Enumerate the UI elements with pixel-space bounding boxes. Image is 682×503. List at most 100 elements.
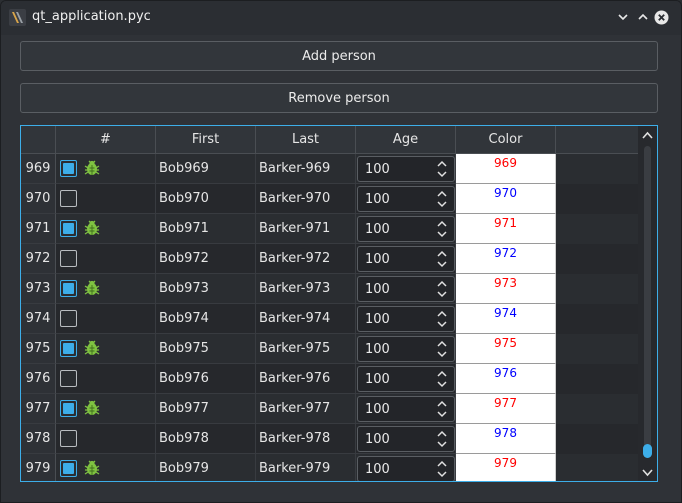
spin-arrows-icon[interactable] xyxy=(436,279,448,299)
check-cell[interactable] xyxy=(56,424,156,454)
spin-arrows-icon[interactable] xyxy=(436,459,448,479)
age-cell[interactable]: 100 xyxy=(356,154,456,184)
age-spinbox[interactable]: 100 xyxy=(357,456,455,481)
table-row[interactable]: 971 Bob971 Barker-971 100 971 xyxy=(21,214,638,244)
age-spinbox[interactable]: 100 xyxy=(357,276,455,302)
table-row[interactable]: 974 Bob974 Barker-974 100 974 xyxy=(21,304,638,334)
remove-person-button[interactable]: Remove person xyxy=(20,83,658,113)
scroll-down-icon[interactable] xyxy=(641,466,654,478)
row-number[interactable]: 969 xyxy=(21,154,56,184)
color-cell[interactable]: 977 xyxy=(456,394,556,424)
spin-arrows-icon[interactable] xyxy=(436,219,448,239)
age-cell[interactable]: 100 xyxy=(356,214,456,244)
color-cell[interactable]: 972 xyxy=(456,244,556,274)
age-spinbox[interactable]: 100 xyxy=(357,336,455,362)
first-name-cell[interactable]: Bob978 xyxy=(156,424,256,454)
header-last[interactable]: Last xyxy=(256,126,356,154)
check-cell[interactable] xyxy=(56,214,156,244)
first-name-cell[interactable]: Bob974 xyxy=(156,304,256,334)
row-number[interactable]: 977 xyxy=(21,394,56,424)
first-name-cell[interactable]: Bob979 xyxy=(156,454,256,481)
scroll-up-icon[interactable] xyxy=(641,130,654,142)
row-number[interactable]: 972 xyxy=(21,244,56,274)
check-cell[interactable] xyxy=(56,364,156,394)
first-name-cell[interactable]: Bob977 xyxy=(156,394,256,424)
age-cell[interactable]: 100 xyxy=(356,274,456,304)
color-cell[interactable]: 978 xyxy=(456,424,556,454)
row-checkbox[interactable] xyxy=(60,160,77,177)
color-cell[interactable]: 976 xyxy=(456,364,556,394)
row-checkbox[interactable] xyxy=(60,280,77,297)
table-row[interactable]: 977 Bob977 Barker-977 100 977 xyxy=(21,394,638,424)
corner-header[interactable] xyxy=(21,126,56,154)
row-checkbox[interactable] xyxy=(60,190,77,207)
table-row[interactable]: 973 Bob973 Barker-973 100 973 xyxy=(21,274,638,304)
last-name-cell[interactable]: Barker-974 xyxy=(256,304,356,334)
row-checkbox[interactable] xyxy=(60,220,77,237)
first-name-cell[interactable]: Bob975 xyxy=(156,334,256,364)
last-name-cell[interactable]: Barker-972 xyxy=(256,244,356,274)
color-cell[interactable]: 974 xyxy=(456,304,556,334)
first-name-cell[interactable]: Bob971 xyxy=(156,214,256,244)
row-number[interactable]: 974 xyxy=(21,304,56,334)
color-cell[interactable]: 971 xyxy=(456,214,556,244)
check-cell[interactable] xyxy=(56,334,156,364)
table-row[interactable]: 970 Bob970 Barker-970 100 970 xyxy=(21,184,638,214)
header-color[interactable]: Color xyxy=(456,126,556,154)
row-number[interactable]: 971 xyxy=(21,214,56,244)
age-cell[interactable]: 100 xyxy=(356,364,456,394)
spin-arrows-icon[interactable] xyxy=(436,249,448,269)
age-cell[interactable]: 100 xyxy=(356,424,456,454)
row-number[interactable]: 975 xyxy=(21,334,56,364)
color-cell[interactable]: 975 xyxy=(456,334,556,364)
table-row[interactable]: 972 Bob972 Barker-972 100 972 xyxy=(21,244,638,274)
age-cell[interactable]: 100 xyxy=(356,184,456,214)
table-row[interactable]: 978 Bob978 Barker-978 100 978 xyxy=(21,424,638,454)
table-row[interactable]: 979 Bob979 Barker-979 100 979 xyxy=(21,454,638,481)
spin-arrows-icon[interactable] xyxy=(436,159,448,179)
age-cell[interactable]: 100 xyxy=(356,244,456,274)
header-first[interactable]: First xyxy=(156,126,256,154)
first-name-cell[interactable]: Bob976 xyxy=(156,364,256,394)
last-name-cell[interactable]: Barker-975 xyxy=(256,334,356,364)
spin-arrows-icon[interactable] xyxy=(436,189,448,209)
spin-arrows-icon[interactable] xyxy=(436,339,448,359)
row-checkbox[interactable] xyxy=(60,340,77,357)
age-cell[interactable]: 100 xyxy=(356,394,456,424)
row-number[interactable]: 978 xyxy=(21,424,56,454)
age-spinbox[interactable]: 100 xyxy=(357,156,455,182)
scrollbar-track[interactable] xyxy=(644,146,651,458)
add-person-button[interactable]: Add person xyxy=(20,41,658,71)
color-cell[interactable]: 973 xyxy=(456,274,556,304)
first-name-cell[interactable]: Bob970 xyxy=(156,184,256,214)
color-cell[interactable]: 969 xyxy=(456,154,556,184)
check-cell[interactable] xyxy=(56,184,156,214)
age-cell[interactable]: 100 xyxy=(356,454,456,481)
last-name-cell[interactable]: Barker-969 xyxy=(256,154,356,184)
last-name-cell[interactable]: Barker-979 xyxy=(256,454,356,481)
color-cell[interactable]: 979 xyxy=(456,454,556,481)
color-cell[interactable]: 970 xyxy=(456,184,556,214)
table-row[interactable]: 976 Bob976 Barker-976 100 976 xyxy=(21,364,638,394)
age-spinbox[interactable]: 100 xyxy=(357,306,455,332)
table-row[interactable]: 975 Bob975 Barker-975 100 975 xyxy=(21,334,638,364)
row-checkbox[interactable] xyxy=(60,310,77,327)
last-name-cell[interactable]: Barker-976 xyxy=(256,364,356,394)
age-spinbox[interactable]: 100 xyxy=(357,186,455,212)
row-checkbox[interactable] xyxy=(60,400,77,417)
maximize-icon[interactable] xyxy=(635,9,651,25)
check-cell[interactable] xyxy=(56,244,156,274)
row-number[interactable]: 979 xyxy=(21,454,56,481)
age-spinbox[interactable]: 100 xyxy=(357,426,455,452)
age-spinbox[interactable]: 100 xyxy=(357,246,455,272)
table-row[interactable]: 969 Bob969 Barker-969 100 969 xyxy=(21,154,638,184)
minimize-icon[interactable] xyxy=(615,9,631,25)
spin-arrows-icon[interactable] xyxy=(436,369,448,389)
row-checkbox[interactable] xyxy=(60,370,77,387)
spin-arrows-icon[interactable] xyxy=(436,309,448,329)
header-number[interactable]: # xyxy=(56,126,156,154)
check-cell[interactable] xyxy=(56,154,156,184)
age-cell[interactable]: 100 xyxy=(356,334,456,364)
age-spinbox[interactable]: 100 xyxy=(357,216,455,242)
row-checkbox[interactable] xyxy=(60,460,77,477)
